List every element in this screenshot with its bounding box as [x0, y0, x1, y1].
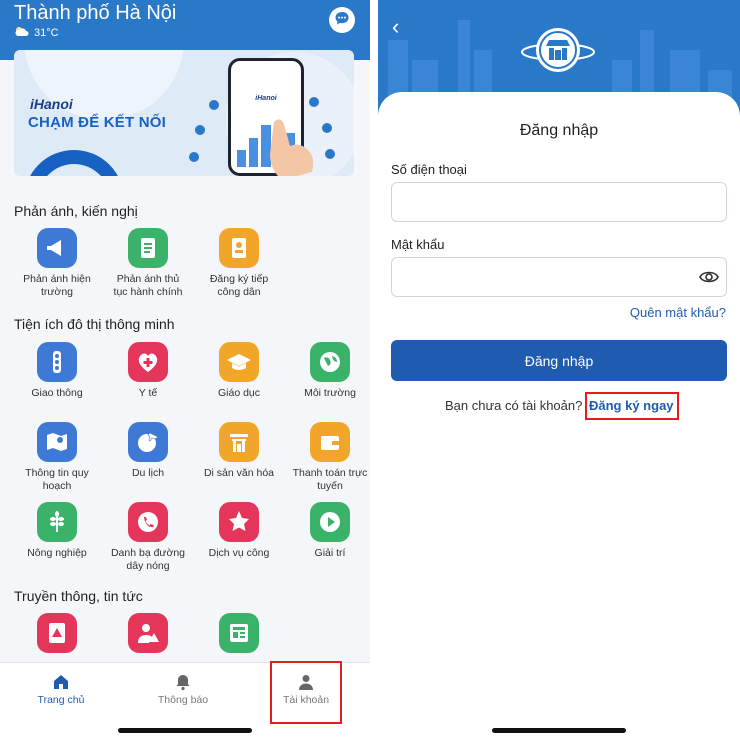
- chat-icon: [334, 10, 350, 31]
- service-tile-label: Thông tin quy: [25, 467, 89, 479]
- no-account-text: Bạn chưa có tài khoản?: [445, 398, 583, 413]
- globe-leaf-icon: [310, 342, 350, 382]
- warning-person-icon: [128, 613, 168, 653]
- temple-gate-icon: [219, 422, 259, 462]
- service-tile-label: Giáo dục: [217, 387, 261, 399]
- star-service-icon: [219, 502, 259, 542]
- service-tile-label-line2: tuyến: [317, 480, 343, 492]
- login-button[interactable]: Đăng nhập: [391, 340, 727, 381]
- service-tile[interactable]: [194, 613, 284, 653]
- warning-document-icon: [37, 613, 77, 653]
- temperature: 31°C: [34, 26, 59, 39]
- service-tile[interactable]: Đăng ký tiếp công dân: [194, 228, 284, 299]
- service-tile-label: Dịch vụ công: [208, 547, 270, 559]
- nav-home[interactable]: Trang chủ: [11, 673, 111, 706]
- play-icon: [310, 502, 350, 542]
- banner-tagline: CHẠM ĐỂ KẾT NỐI: [28, 114, 166, 131]
- document-icon: [128, 228, 168, 268]
- home-indicator: [492, 728, 626, 733]
- section-title-news: Truyền thông, tin tức: [14, 588, 143, 604]
- bell-icon: [174, 673, 192, 691]
- service-tile-label: Giao thông: [31, 387, 83, 399]
- service-tile[interactable]: Nông nghiệp: [12, 502, 102, 560]
- service-tile[interactable]: [12, 613, 102, 653]
- service-tile[interactable]: Phản ánh thủ tục hành chính: [103, 228, 193, 299]
- cloud-sun-icon: [14, 25, 30, 40]
- service-tile[interactable]: Danh bạ đường dây nóng: [103, 502, 193, 573]
- graduation-cap-icon: [219, 342, 259, 382]
- service-tile[interactable]: [103, 613, 193, 653]
- city-name: Thành phố Hà Nội: [14, 2, 177, 24]
- service-tile-label: Thanh toán trực: [292, 467, 368, 479]
- chat-button[interactable]: [329, 7, 355, 33]
- service-tile-label: Du lịch: [131, 467, 165, 479]
- chevron-left-icon: ‹: [392, 14, 400, 39]
- home-screen: Thành phố Hà Nội 31°C iHanoi CHẠM ĐỂ KẾT…: [0, 0, 370, 740]
- wheat-icon: [37, 502, 77, 542]
- nav-notifications-label: Thông báo: [157, 694, 209, 706]
- service-tile[interactable]: Di sản văn hóa: [194, 422, 284, 480]
- hanoi-emblem-logo: [520, 22, 596, 78]
- back-button[interactable]: ‹: [392, 14, 399, 40]
- medical-heart-icon: [128, 342, 168, 382]
- service-tile-label-line2: trường: [40, 286, 73, 298]
- newspaper-icon: [219, 613, 259, 653]
- globe-plane-icon: [128, 422, 168, 462]
- service-tile[interactable]: Giao thông: [12, 342, 102, 400]
- banner-brand: iHanoi: [30, 96, 73, 112]
- login-title: Đăng nhập: [519, 122, 599, 139]
- service-tile-label-line2: tục hành chính: [113, 286, 183, 298]
- promo-banner[interactable]: iHanoi CHẠM ĐỂ KẾT NỐI iHanoi: [14, 50, 354, 176]
- service-tile-label: Đăng ký tiếp: [209, 273, 269, 285]
- service-tile-label: Giải trí: [314, 547, 346, 559]
- phone-hotline-icon: [128, 502, 168, 542]
- service-tile-label-line2: dây nóng: [126, 560, 170, 572]
- service-tile[interactable]: Thanh toán trực tuyến: [285, 422, 370, 493]
- login-screen: ‹ Đăng nhập Số điện thoại Mật khẩu Quên …: [378, 0, 740, 740]
- service-tile-label: Danh bạ đường: [110, 547, 186, 559]
- map-pin-icon: [37, 422, 77, 462]
- weather-widget[interactable]: 31°C: [14, 25, 59, 40]
- banner-phone-brand: iHanoi: [255, 95, 277, 102]
- service-tile-label: Phản ánh thủ: [116, 273, 180, 285]
- service-tile-label: Phản ánh hiện: [23, 273, 91, 285]
- wallet-icon: [310, 422, 350, 462]
- service-tile[interactable]: Dịch vụ công: [194, 502, 284, 560]
- service-tile[interactable]: Du lịch: [103, 422, 193, 480]
- nav-notifications[interactable]: Thông báo: [133, 673, 233, 706]
- service-tile[interactable]: Y tế: [103, 342, 193, 400]
- nav-home-label: Trang chủ: [37, 694, 85, 706]
- traffic-light-icon: [37, 342, 77, 382]
- megaphone-icon: [37, 228, 77, 268]
- service-tile[interactable]: Phản ánh hiện trường: [12, 228, 102, 299]
- service-tile[interactable]: Giải trí: [285, 502, 370, 560]
- service-tile-label: Môi trường: [304, 387, 356, 399]
- service-tile-label: Y tế: [138, 387, 158, 399]
- home-icon: [52, 673, 70, 691]
- service-tile[interactable]: Giáo dục: [194, 342, 284, 400]
- service-tile-label-line2: hoạch: [42, 480, 72, 492]
- home-indicator: [118, 728, 252, 733]
- account-tab-highlight: [270, 661, 342, 724]
- service-tile-label: Nông nghiệp: [27, 547, 87, 559]
- service-tile-label-line2: công dân: [217, 286, 261, 298]
- phone-field[interactable]: [391, 182, 727, 222]
- service-tile[interactable]: Môi trường: [285, 342, 370, 400]
- section-title-feedback: Phản ánh, kiến nghị: [14, 203, 138, 219]
- service-tile-label: Di sản văn hóa: [203, 467, 275, 479]
- forgot-password-link[interactable]: Quên mật khẩu?: [378, 305, 726, 320]
- eye-icon[interactable]: [698, 266, 720, 288]
- phone-label: Số điện thoại: [391, 162, 467, 177]
- service-tile[interactable]: Thông tin quy hoạch: [12, 422, 102, 493]
- hand-pointer-icon: [270, 119, 314, 176]
- register-highlight: [585, 392, 679, 420]
- register-icon: [219, 228, 259, 268]
- screen-divider: [370, 0, 378, 740]
- section-title-smart-city: Tiện ích đô thị thông minh: [14, 316, 175, 332]
- password-field[interactable]: [391, 257, 727, 297]
- password-label: Mật khẩu: [391, 237, 445, 252]
